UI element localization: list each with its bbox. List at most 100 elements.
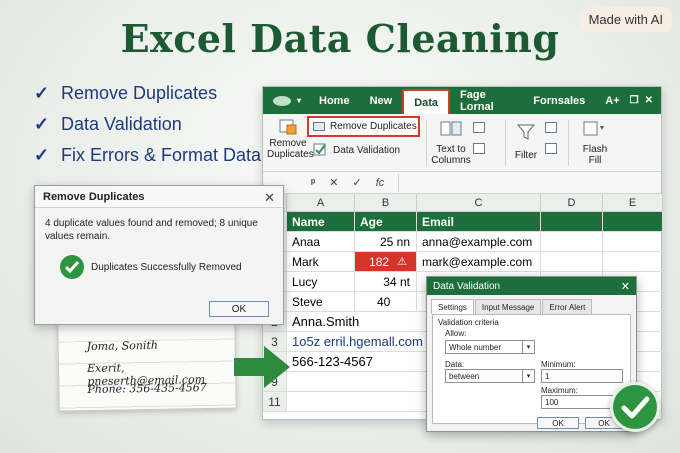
tab-data[interactable]: Data (402, 89, 451, 114)
age-cell[interactable]: 40 (355, 292, 417, 311)
small-tools-icon[interactable] (473, 122, 487, 164)
arrow-right-icon (234, 346, 290, 388)
filter-icon (516, 124, 536, 140)
feature-label: Remove Duplicates (61, 83, 218, 103)
email-cell[interactable]: mark@example.com (417, 252, 541, 271)
button-label: Data Validation (333, 144, 401, 156)
small-tools-icon[interactable] (545, 122, 559, 164)
header-cell[interactable] (541, 212, 603, 231)
name-box-icon[interactable]: ᵖ (311, 177, 315, 189)
close-icon[interactable]: ✕ (645, 95, 653, 106)
data-label: Data: (445, 360, 465, 369)
table-row: Mark 182 ⚠ mark@example.com (263, 252, 663, 272)
column-header[interactable]: B (355, 194, 417, 211)
tab-input-message[interactable]: Input Message (474, 299, 542, 314)
tab-formulas[interactable]: Fornsales (523, 87, 595, 114)
note-line: Phone: 356-435-4567 (87, 380, 207, 397)
name-cell[interactable]: Steve (287, 292, 355, 311)
header-cell[interactable]: Name (287, 212, 355, 231)
chevron-down-icon: ▾ (522, 341, 534, 353)
header-cell[interactable]: Age (355, 212, 417, 231)
button-label: Text to (436, 144, 466, 155)
text-to-columns-button[interactable]: Text to Columns (429, 120, 473, 166)
formula-input[interactable] (398, 173, 661, 192)
data-validation-button[interactable]: Data Validation (313, 143, 400, 157)
feature-list: ✓ Remove Duplicates ✓ Data Validation ✓ Fix… (34, 78, 261, 171)
button-label: Filter (514, 150, 538, 161)
ribbon-tabs: ▾ Home New Data Fage Lornal Fornsales A+… (263, 87, 661, 114)
ok-button[interactable]: OK (537, 417, 579, 429)
page-title: Excel Data Cleaning (120, 16, 560, 61)
allow-value: Whole number (449, 342, 502, 352)
chevron-down-icon: ▾ (522, 370, 534, 382)
minimum-label: Minimum: (541, 360, 576, 369)
empty-cell[interactable] (603, 232, 663, 251)
dialog-title: Data Validation ✕ (427, 277, 636, 295)
name-cell[interactable]: Mark (287, 252, 355, 271)
button-label: Duplicates (267, 149, 314, 160)
minimum-input[interactable]: 1 (541, 369, 623, 383)
data-select[interactable]: between ▾ (445, 369, 535, 383)
feature-item: ✓ Data Validation (34, 109, 261, 140)
empty-cell[interactable] (603, 252, 663, 271)
divider (505, 120, 506, 166)
remove-duplicates-dialog: Remove Duplicates ✕ 4 duplicate values f… (34, 185, 284, 325)
button-label: Flash (582, 144, 608, 155)
note-line: Joma, Sonith (86, 338, 159, 354)
row-number[interactable]: 11 (263, 392, 287, 411)
age-cell[interactable]: 34 nt (355, 272, 417, 291)
maximum-label: Maximum: (541, 386, 578, 395)
success-badge-icon (610, 382, 660, 432)
insert-function-icon[interactable]: fc (376, 177, 385, 189)
success-message: Duplicates Successfully Removed (91, 261, 242, 273)
flash-fill-icon (583, 121, 604, 136)
tab-new[interactable]: New (360, 87, 403, 114)
ok-button[interactable]: OK (209, 301, 269, 317)
remove-duplicates-large-button[interactable]: Remove Duplicates (267, 118, 314, 160)
tab-more[interactable]: A+ (595, 87, 629, 114)
tab-page-layout[interactable]: Fage Lornal (450, 87, 523, 114)
feature-label: Data Validation (61, 114, 182, 134)
header-cell[interactable] (603, 212, 663, 231)
button-label: Remove (269, 138, 307, 149)
close-icon[interactable]: ✕ (264, 190, 275, 206)
checkmark-icon: ✓ (34, 145, 50, 165)
button-label: Columns (431, 155, 471, 166)
table-header-row: Name Age Email (263, 212, 663, 232)
header-cell[interactable]: Email (417, 212, 541, 231)
column-header[interactable]: E (603, 194, 663, 211)
email-cell[interactable]: anna@example.com (417, 232, 541, 251)
window-controls: ❐ ✕ (630, 87, 661, 114)
empty-cell[interactable] (541, 232, 603, 251)
tab-settings[interactable]: Settings (431, 299, 474, 314)
column-header[interactable]: D (541, 194, 603, 211)
age-cell-error[interactable]: 182 ⚠ (355, 252, 417, 271)
dialog-tabs: Settings Input Message Error Alert (431, 299, 632, 314)
column-header[interactable]: A (287, 194, 355, 211)
allow-select[interactable]: Whole number ▾ (445, 340, 535, 354)
confirm-formula-icon[interactable]: ✓ (353, 176, 362, 189)
close-icon[interactable]: ✕ (621, 280, 630, 293)
flash-fill-button[interactable]: Flash Fill (575, 120, 615, 166)
restore-icon[interactable]: ❐ (630, 95, 639, 106)
remove-duplicates-button[interactable]: Remove Duplicates (307, 116, 420, 137)
age-value: 182 (369, 254, 390, 269)
tab-home[interactable]: Home (309, 87, 360, 114)
age-cell[interactable]: 25 nn (355, 232, 417, 251)
cancel-formula-icon[interactable]: ✕ (329, 176, 338, 189)
name-cell[interactable]: Lucy (287, 272, 355, 291)
app-menu-icon[interactable]: ▾ (263, 87, 309, 114)
empty-cell[interactable] (541, 252, 603, 271)
feature-item: ✓ Remove Duplicates (34, 78, 261, 109)
feature-item: ✓ Fix Errors & Format Data (34, 140, 261, 171)
column-header[interactable]: C (417, 194, 541, 211)
table-row: Anaa 25 nn anna@example.com (263, 232, 663, 252)
tab-error-alert[interactable]: Error Alert (542, 299, 593, 314)
data-ribbon: Remove Duplicates Remove Duplicates Data… (263, 114, 661, 172)
divider (568, 120, 569, 166)
dialog-title: Remove Duplicates (35, 186, 283, 208)
dialog-message: 4 duplicate values found and removed; 8 … (45, 218, 258, 242)
name-cell[interactable]: Anaa (287, 232, 355, 251)
filter-button[interactable]: Filter (511, 122, 541, 161)
button-label: Remove Duplicates (330, 121, 417, 132)
